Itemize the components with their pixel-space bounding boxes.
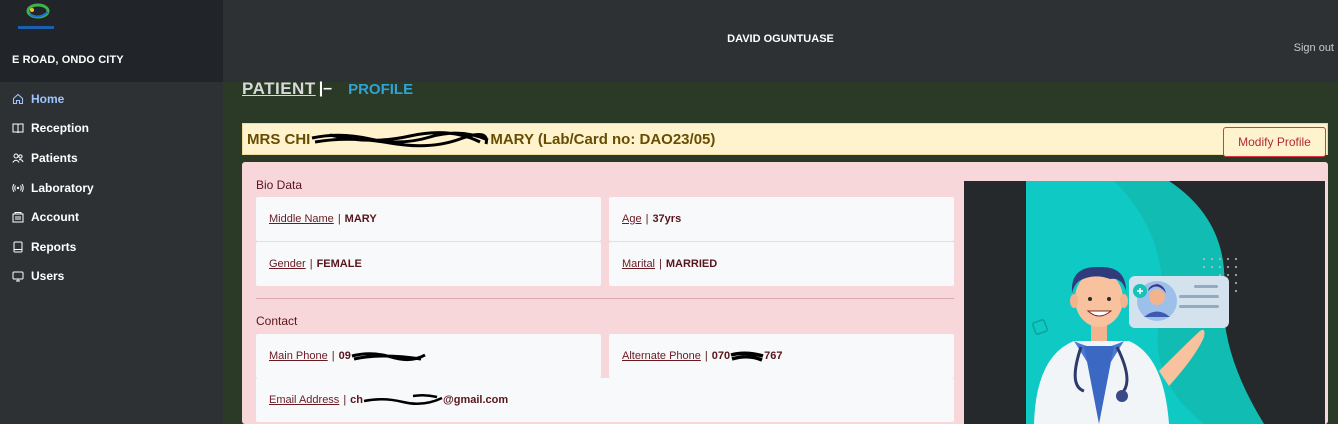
journal-icon xyxy=(12,241,24,253)
sidebar-item-label: Users xyxy=(31,269,65,284)
sidebar-item-label: Patients xyxy=(31,150,78,165)
redaction-scribble xyxy=(363,393,443,406)
sidebar-item-account[interactable]: Account xyxy=(0,202,223,232)
gender-label[interactable]: Gender xyxy=(269,258,306,270)
alternate-phone-field: Alternate Phone | 070 767 xyxy=(609,334,954,378)
sidebar-item-reception[interactable]: Reception xyxy=(0,114,223,144)
age-field: Age | 37yrs xyxy=(609,197,954,241)
page-title-row: PATIENT |– PROFILE xyxy=(242,77,413,101)
sidebar-item-label: Home xyxy=(31,91,65,106)
book-icon xyxy=(12,122,24,134)
sidebar-item-laboratory[interactable]: Laboratory xyxy=(0,173,223,203)
sidebar-item-label: Account xyxy=(31,210,79,225)
doctor-illustration xyxy=(964,181,1325,424)
sidebar-item-users[interactable]: Users xyxy=(0,262,223,292)
sidebar-item-label: Laboratory xyxy=(31,180,94,195)
email-field: Email Address | ch @gmail.com xyxy=(256,378,954,422)
email-value-start: ch xyxy=(350,394,364,406)
alternate-phone-value-end: 767 xyxy=(764,350,783,362)
top-navbar: DAVID OGUNTUASE Sign out xyxy=(223,0,1338,82)
age-value: 37yrs xyxy=(652,213,682,225)
user-name: DAVID OGUNTUASE xyxy=(727,33,834,45)
logo-icon xyxy=(18,3,54,29)
middle-name-label[interactable]: Middle Name xyxy=(269,213,334,225)
redaction-scribble xyxy=(351,352,426,362)
main-phone-value: 09 xyxy=(338,350,351,362)
main-phone-label[interactable]: Main Phone xyxy=(269,350,328,362)
home-icon xyxy=(12,93,24,105)
sidebar-nav: Home Reception Patients Laboratory Accou… xyxy=(0,84,223,291)
alternate-phone-value-start: 070 xyxy=(711,350,731,362)
middle-name-field: Middle Name | MARY xyxy=(256,197,601,241)
patient-name-and-card: MRS CHI MARY (Lab/Card no: DAO23/05) xyxy=(247,131,715,148)
marital-label[interactable]: Marital xyxy=(622,258,655,270)
page-title: PATIENT xyxy=(242,79,316,98)
title-separator: |– xyxy=(318,80,333,97)
sidebar-brand: E ROAD, ONDO CITY xyxy=(0,0,223,82)
patient-name-suffix: MARY (Lab/Card no: DAO23/05) xyxy=(490,131,716,148)
main-content: PATIENT |– PROFILE MRS CHI MARY (Lab/Card… xyxy=(223,79,1338,424)
redaction-scribble xyxy=(730,351,764,362)
sidebar-item-label: Reception xyxy=(31,121,90,136)
redaction-scribble xyxy=(310,131,490,148)
bio-data-heading: Bio Data xyxy=(256,178,303,192)
gender-value: FEMALE xyxy=(316,258,362,270)
middle-name-value: MARY xyxy=(344,213,377,225)
broadcast-icon xyxy=(12,182,24,194)
main-phone-field: Main Phone | 09 xyxy=(256,334,601,378)
sign-out-link[interactable]: Sign out xyxy=(1294,42,1334,54)
people-icon xyxy=(12,152,24,164)
sidebar-item-patients[interactable]: Patients xyxy=(0,143,223,173)
sidebar-item-label: Reports xyxy=(31,239,77,254)
sidebar-item-reports[interactable]: Reports xyxy=(0,232,223,262)
alternate-phone-label[interactable]: Alternate Phone xyxy=(622,350,701,362)
section-divider xyxy=(256,298,954,299)
modify-profile-button[interactable]: Modify Profile xyxy=(1223,127,1326,157)
page-subtitle: PROFILE xyxy=(348,80,414,98)
organization-name: E ROAD, ONDO CITY xyxy=(12,54,124,66)
marital-value: MARRIED xyxy=(665,258,718,270)
email-label[interactable]: Email Address xyxy=(269,394,339,406)
display-icon xyxy=(12,270,24,282)
gender-field: Gender | FEMALE xyxy=(256,242,601,286)
age-label[interactable]: Age xyxy=(622,213,642,225)
bank-icon xyxy=(12,211,24,223)
profile-panel: Bio Data Middle Name | MARY Age | 37yrs Gend… xyxy=(242,162,1328,424)
sidebar: E ROAD, ONDO CITY Home Reception Patient… xyxy=(0,0,223,424)
email-value-end: @gmail.com xyxy=(443,394,509,406)
patient-name-prefix: MRS CHI xyxy=(247,131,311,148)
sidebar-item-home[interactable]: Home xyxy=(0,84,223,114)
marital-field: Marital | MARRIED xyxy=(609,242,954,286)
contact-heading: Contact xyxy=(256,314,298,328)
doctor-illustration-graphic xyxy=(1026,181,1264,424)
patient-banner: MRS CHI MARY (Lab/Card no: DAO23/05) Modi… xyxy=(242,123,1328,157)
